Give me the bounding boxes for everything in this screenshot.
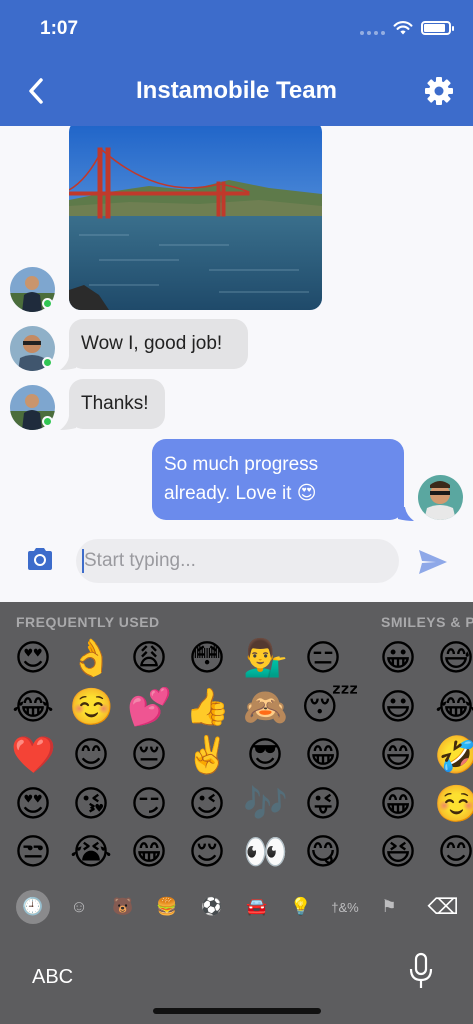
emoji-key[interactable]: 🎶 bbox=[243, 782, 288, 826]
message-bubble-outgoing[interactable]: So much progress already. Love it 😍 bbox=[152, 439, 404, 520]
status-time: 1:07 bbox=[40, 18, 79, 39]
camera-icon[interactable] bbox=[26, 546, 54, 572]
emoji-key[interactable]: 😍 bbox=[11, 782, 55, 826]
emoji-key[interactable]: 😋 bbox=[301, 830, 345, 874]
status-icons bbox=[360, 20, 454, 36]
recent-icon[interactable]: 🕘 bbox=[16, 890, 50, 924]
message-bubble[interactable]: Wow I, good job! bbox=[69, 319, 248, 369]
emoji-key[interactable]: 😜 bbox=[301, 782, 345, 826]
home-indicator bbox=[153, 1008, 321, 1014]
gear-icon[interactable] bbox=[423, 75, 455, 107]
text-caret bbox=[82, 549, 84, 573]
emoji-key[interactable]: 😆 bbox=[376, 830, 420, 874]
emoji-key[interactable]: 😌 bbox=[185, 830, 229, 874]
emoji-key[interactable]: 👍 bbox=[185, 685, 230, 729]
bubble-tail bbox=[60, 416, 76, 430]
message-bubble[interactable]: Thanks! bbox=[69, 379, 165, 429]
message-text: Thanks! bbox=[81, 393, 149, 414]
photo-message[interactable] bbox=[69, 126, 322, 310]
emoji-key[interactable]: 🤣 bbox=[434, 733, 473, 777]
abc-key[interactable]: ABC bbox=[32, 966, 73, 989]
emoji-key[interactable]: 😁 bbox=[376, 782, 420, 826]
emoji-key[interactable]: 🙈 bbox=[243, 685, 288, 729]
emoji-key[interactable]: 💁‍♂️ bbox=[243, 636, 288, 680]
emoji-key[interactable]: 😂 bbox=[11, 685, 55, 729]
emoji-key[interactable]: ☺️ bbox=[434, 782, 473, 826]
emoji-key[interactable]: 😍 bbox=[11, 636, 55, 680]
bubble-tail bbox=[60, 356, 76, 370]
emoji-key[interactable]: 😭 bbox=[69, 830, 113, 874]
message-input[interactable] bbox=[76, 539, 399, 583]
message-list[interactable]: Wow I, good job! Thanks! So much progres… bbox=[0, 126, 473, 602]
emoji-key[interactable]: 😄 bbox=[376, 733, 420, 777]
food-icon[interactable]: 🍔 bbox=[150, 890, 184, 924]
emoji-key[interactable]: 😀 bbox=[376, 636, 420, 680]
emoji-key[interactable]: 😘 bbox=[69, 782, 113, 826]
my-avatar[interactable] bbox=[418, 475, 463, 520]
emoji-key[interactable]: ☺️ bbox=[69, 685, 114, 729]
app-header: 1:07 Instamobile Team bbox=[0, 0, 473, 126]
sports-icon[interactable]: ⚽ bbox=[195, 890, 229, 924]
symbols-icon[interactable]: †&% bbox=[328, 890, 362, 924]
emoji-key[interactable]: ✌️ bbox=[185, 733, 230, 777]
objects-icon[interactable]: 💡 bbox=[284, 890, 318, 924]
emoji-key[interactable]: 😩 bbox=[127, 636, 171, 680]
online-status-dot bbox=[42, 416, 53, 427]
online-status-dot bbox=[42, 298, 53, 309]
section-label: FREQUENTLY USED bbox=[16, 614, 160, 630]
emoji-category-bar: 🕘 ☺ 🐻 🍔 ⚽ 🚘 💡 †&% ⚑ ⌫ bbox=[0, 886, 473, 928]
emoji-key[interactable]: 😉 bbox=[185, 782, 229, 826]
emoji-key[interactable]: 😴 bbox=[301, 685, 359, 729]
online-status-dot bbox=[42, 357, 53, 368]
bubble-tail bbox=[398, 507, 414, 521]
emoji-key[interactable]: 😊 bbox=[69, 733, 113, 777]
message-text: So much progress bbox=[164, 454, 319, 475]
emoji-key[interactable]: 😒 bbox=[11, 830, 55, 874]
microphone-icon[interactable] bbox=[408, 952, 434, 992]
emoji-key[interactable]: 😂 bbox=[434, 685, 473, 729]
emoji-key[interactable]: 😅 bbox=[434, 636, 473, 680]
send-icon[interactable] bbox=[418, 549, 448, 575]
emoji-key[interactable]: ❤️ bbox=[11, 733, 56, 777]
emoji-key[interactable]: 😁 bbox=[301, 733, 345, 777]
emoji-key[interactable]: 😎 bbox=[243, 733, 287, 777]
battery-icon bbox=[421, 21, 454, 35]
backspace-icon[interactable]: ⌫ bbox=[426, 890, 460, 924]
emoji-key[interactable]: 😊 bbox=[434, 830, 473, 874]
wifi-icon bbox=[393, 21, 413, 35]
emoji-key[interactable]: 😁 bbox=[127, 830, 171, 874]
animal-icon[interactable]: 🐻 bbox=[106, 890, 140, 924]
message-text: Wow I, good job! bbox=[81, 333, 223, 354]
section-label: SMILEYS & P bbox=[381, 614, 473, 630]
emoji-key[interactable]: 😑 bbox=[301, 636, 345, 680]
page-title: Instamobile Team bbox=[136, 77, 337, 104]
message-text: already. Love it 😍 bbox=[164, 483, 317, 504]
smiley-icon[interactable]: ☺ bbox=[62, 890, 96, 924]
emoji-keyboard: FREQUENTLY USED SMILEYS & P 😍 👌 😩 😳 💁‍♂️ 😑 😀 😅 😂… bbox=[0, 602, 473, 1024]
signal-icon bbox=[360, 21, 385, 35]
emoji-key[interactable]: 👌 bbox=[69, 636, 114, 680]
emoji-key[interactable]: 💕 bbox=[127, 685, 172, 729]
emoji-key[interactable]: 😔 bbox=[127, 733, 171, 777]
emoji-key[interactable]: 👀 bbox=[243, 830, 288, 874]
emoji-grid[interactable]: 😍 👌 😩 😳 💁‍♂️ 😑 😀 😅 😂 ☺️ 💕 👍 🙈 😴 😃 😂 ❤️ 😊 😔 ✌️ 😎 😁 😄 🤣 😍 😘 😏 😉 🎶 😜 😁 ☺️ 😒… bbox=[0, 632, 473, 887]
emoji-key[interactable]: 😃 bbox=[376, 685, 420, 729]
travel-icon[interactable]: 🚘 bbox=[240, 890, 274, 924]
flag-icon[interactable]: ⚑ bbox=[372, 890, 406, 924]
emoji-key[interactable]: 😏 bbox=[127, 782, 171, 826]
emoji-key[interactable]: 😳 bbox=[185, 636, 229, 680]
